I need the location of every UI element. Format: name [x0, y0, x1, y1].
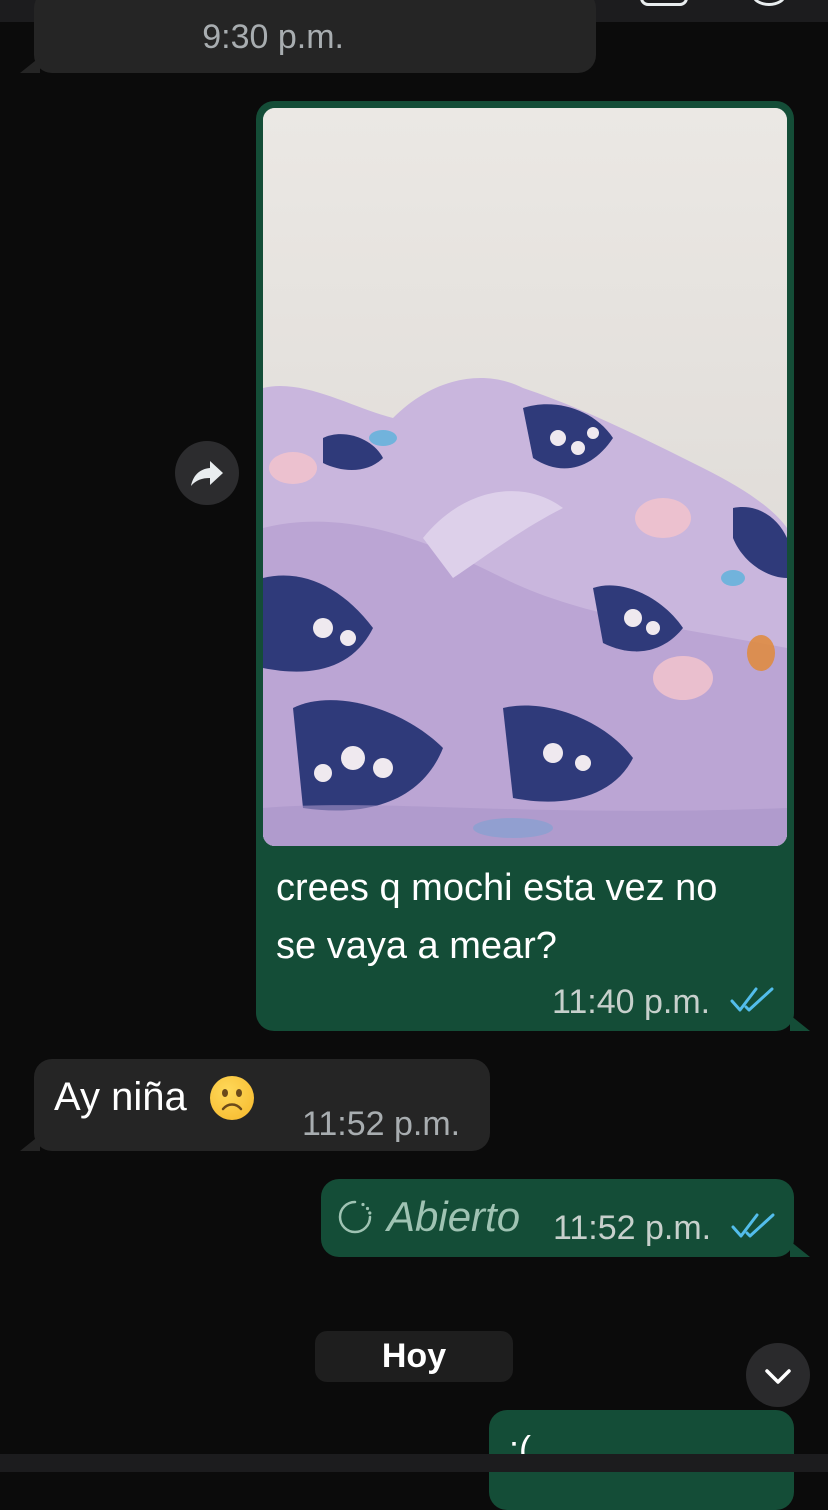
message-text: Ay niña — [54, 1075, 187, 1119]
forward-button[interactable] — [175, 441, 239, 505]
message-caption: crees q mochi esta vez no se vaya a mear… — [276, 867, 718, 967]
message-time: 11:52 p.m. — [302, 1105, 461, 1143]
message-time: 9:30 p.m. — [202, 18, 344, 56]
bubble-tail — [790, 1241, 810, 1257]
bubble-tail — [790, 1015, 810, 1031]
message-bubble-view-once[interactable]: Abierto 11:52 p.m. — [321, 1179, 794, 1257]
read-receipt-icon — [730, 987, 774, 1012]
read-receipt-icon — [731, 1213, 775, 1238]
message-time: 11:52 p.m. — [553, 1209, 712, 1247]
bubble-tail — [20, 57, 40, 73]
call-icon[interactable] — [752, 0, 786, 6]
message-time: 11:40 p.m. — [552, 983, 711, 1021]
view-once-status: Abierto — [387, 1193, 521, 1240]
message-bubble-incoming[interactable]: 9:30 p.m. — [34, 0, 596, 73]
forward-icon — [191, 461, 223, 486]
day-separator: Hoy — [315, 1331, 513, 1382]
shared-photo[interactable] — [263, 108, 787, 846]
video-call-icon[interactable] — [640, 0, 688, 6]
blanket-photo-image — [263, 108, 787, 846]
input-bar — [0, 1454, 828, 1472]
message-bubble-outgoing-photo[interactable]: crees q mochi esta vez no se vaya a mear… — [256, 101, 794, 1031]
message-bubble-incoming[interactable]: Ay niña 11:52 p.m. — [34, 1059, 490, 1151]
scroll-to-bottom-button[interactable] — [746, 1343, 810, 1407]
sad-face-emoji-icon — [210, 1076, 254, 1120]
view-once-icon — [338, 1200, 372, 1234]
chevron-down-icon — [765, 1369, 791, 1384]
bubble-tail — [20, 1135, 40, 1151]
